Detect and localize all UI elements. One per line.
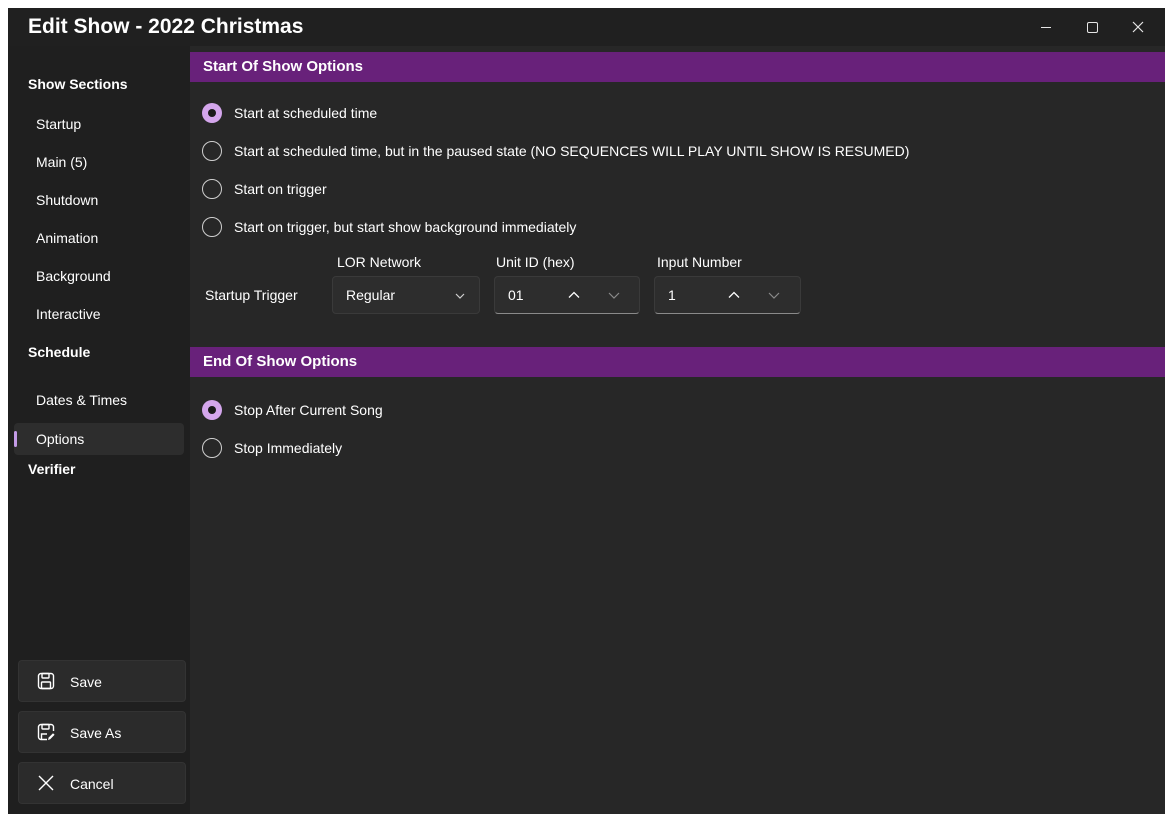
radio-label: Stop After Current Song xyxy=(234,402,383,418)
cancel-button[interactable]: Cancel xyxy=(18,762,186,804)
lor-network-label: LOR Network xyxy=(337,254,422,270)
sidebar-item-main[interactable]: Main (5) xyxy=(14,146,184,178)
radio-button[interactable] xyxy=(202,438,222,458)
sidebar-item-label: Interactive xyxy=(36,306,101,322)
lor-network-value: Regular xyxy=(346,287,396,303)
save-as-icon xyxy=(37,723,55,741)
cancel-icon xyxy=(38,775,54,791)
radio-label: Start at scheduled time xyxy=(234,105,378,121)
title-bar: Edit Show - 2022 Christmas xyxy=(8,8,1165,46)
sidebar-item-label: Main (5) xyxy=(36,154,88,170)
radio-label: Start at scheduled time, but in the paus… xyxy=(234,143,910,159)
start-options-header: Start Of Show Options xyxy=(190,52,1165,82)
cancel-button-label: Cancel xyxy=(70,776,114,792)
save-as-button-label: Save As xyxy=(70,725,122,741)
sidebar-item-shutdown[interactable]: Shutdown xyxy=(14,184,184,216)
sidebar-item-options[interactable]: Options xyxy=(14,423,184,455)
sidebar-item-interactive[interactable]: Interactive xyxy=(14,298,184,330)
schedule-header[interactable]: Schedule xyxy=(28,344,90,360)
options-panel: Start Of Show Options Start at scheduled… xyxy=(190,46,1165,814)
chevron-down-icon[interactable] xyxy=(767,288,781,302)
radio-button[interactable] xyxy=(202,217,222,237)
sidebar-item-label: Dates & Times xyxy=(36,392,128,408)
input-number-label: Input Number xyxy=(657,254,742,270)
radio-button-checked[interactable] xyxy=(202,400,222,420)
sidebar-item-label: Background xyxy=(36,268,111,284)
radio-label: Start on trigger xyxy=(234,181,327,197)
radio-label: Start on trigger, but start show backgro… xyxy=(234,219,577,235)
unit-id-stepper[interactable]: 01 xyxy=(494,276,640,314)
lor-network-select[interactable]: Regular xyxy=(332,276,480,314)
save-icon xyxy=(37,672,55,690)
end-options-header: End Of Show Options xyxy=(190,347,1165,377)
sidebar-item-startup[interactable]: Startup xyxy=(14,108,184,140)
minimize-button[interactable] xyxy=(1023,8,1069,46)
chevron-up-icon[interactable] xyxy=(567,288,581,302)
window-title: Edit Show - 2022 Christmas xyxy=(28,15,304,38)
sidebar-item-background[interactable]: Background xyxy=(14,260,184,292)
maximize-button[interactable] xyxy=(1069,8,1115,46)
sidebar-item-label: Animation xyxy=(36,230,99,246)
chevron-down-icon[interactable] xyxy=(607,288,621,302)
sidebar-item-label: Options xyxy=(36,431,85,447)
sidebar-item-label: Shutdown xyxy=(36,192,99,208)
sidebar-item-label: Startup xyxy=(36,116,82,132)
close-icon xyxy=(1132,21,1144,33)
end-options-header-label: End Of Show Options xyxy=(203,353,358,370)
minimize-icon xyxy=(1041,26,1051,28)
verifier-header[interactable]: Verifier xyxy=(28,461,75,477)
sidebar: Show Sections Startup Main (5) Shutdown … xyxy=(8,46,190,814)
close-button[interactable] xyxy=(1115,8,1161,46)
sidebar-item-dates-times[interactable]: Dates & Times xyxy=(14,384,184,416)
selection-indicator xyxy=(14,431,17,447)
save-as-button[interactable]: Save As xyxy=(18,711,186,753)
start-options-header-label: Start Of Show Options xyxy=(203,58,363,75)
startup-trigger-label: Startup Trigger xyxy=(205,287,298,303)
chevron-up-icon[interactable] xyxy=(727,288,741,302)
edit-show-window: Edit Show - 2022 Christmas Show Sections… xyxy=(8,8,1165,814)
sidebar-item-animation[interactable]: Animation xyxy=(14,222,184,254)
input-number-stepper[interactable]: 1 xyxy=(654,276,801,314)
unit-id-label: Unit ID (hex) xyxy=(496,254,575,270)
maximize-icon xyxy=(1086,21,1098,33)
radio-label: Stop Immediately xyxy=(234,440,343,456)
show-sections-header: Show Sections xyxy=(28,76,128,92)
chevron-down-icon xyxy=(455,293,465,299)
save-button-label: Save xyxy=(70,674,102,690)
radio-button[interactable] xyxy=(202,141,222,161)
radio-button-checked[interactable] xyxy=(202,103,222,123)
input-number-value: 1 xyxy=(668,287,676,303)
unit-id-value: 01 xyxy=(508,287,524,303)
radio-button[interactable] xyxy=(202,179,222,199)
save-button[interactable]: Save xyxy=(18,660,186,702)
